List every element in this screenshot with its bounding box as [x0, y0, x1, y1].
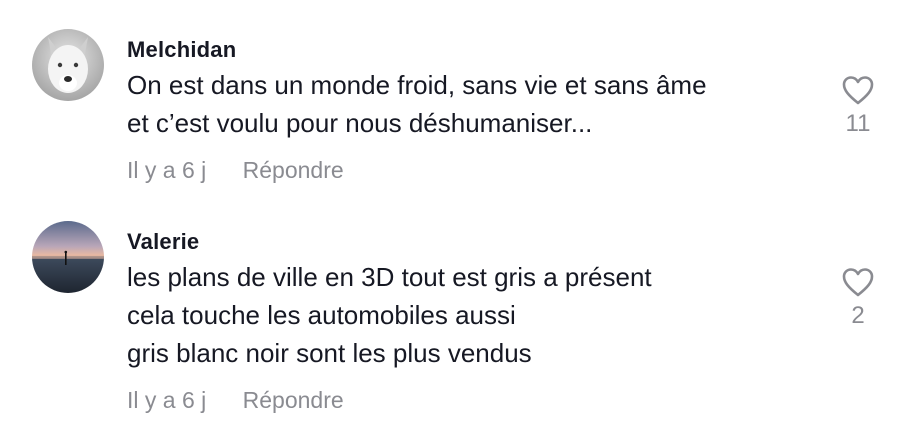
heart-outline-icon: [842, 76, 874, 105]
comment-username[interactable]: Valerie: [127, 229, 199, 255]
reply-button[interactable]: Répondre: [243, 387, 344, 413]
sunset-beach-avatar-icon: [32, 221, 104, 293]
heart-outline-icon: [842, 268, 874, 297]
avatar[interactable]: [32, 29, 104, 101]
comment-text: On est dans un monde froid, sans vie et …: [127, 70, 707, 138]
reply-button[interactable]: Répondre: [243, 157, 344, 183]
like-count: 2: [851, 302, 865, 329]
avatar[interactable]: [32, 221, 104, 293]
like-button[interactable]: 2: [836, 266, 880, 330]
comment-meta: Il y a 6 j Répondre: [127, 157, 344, 184]
like-button[interactable]: 11: [836, 74, 880, 138]
comment-username[interactable]: Melchidan: [127, 37, 236, 63]
wolf-avatar-icon: [32, 29, 104, 101]
comment-meta: Il y a 6 j Répondre: [127, 387, 344, 414]
comment-text: les plans de ville en 3D tout est gris a…: [127, 262, 652, 368]
comment-timestamp: Il y a 6 j: [127, 157, 207, 183]
like-count: 11: [845, 110, 871, 137]
comment-timestamp: Il y a 6 j: [127, 387, 207, 413]
